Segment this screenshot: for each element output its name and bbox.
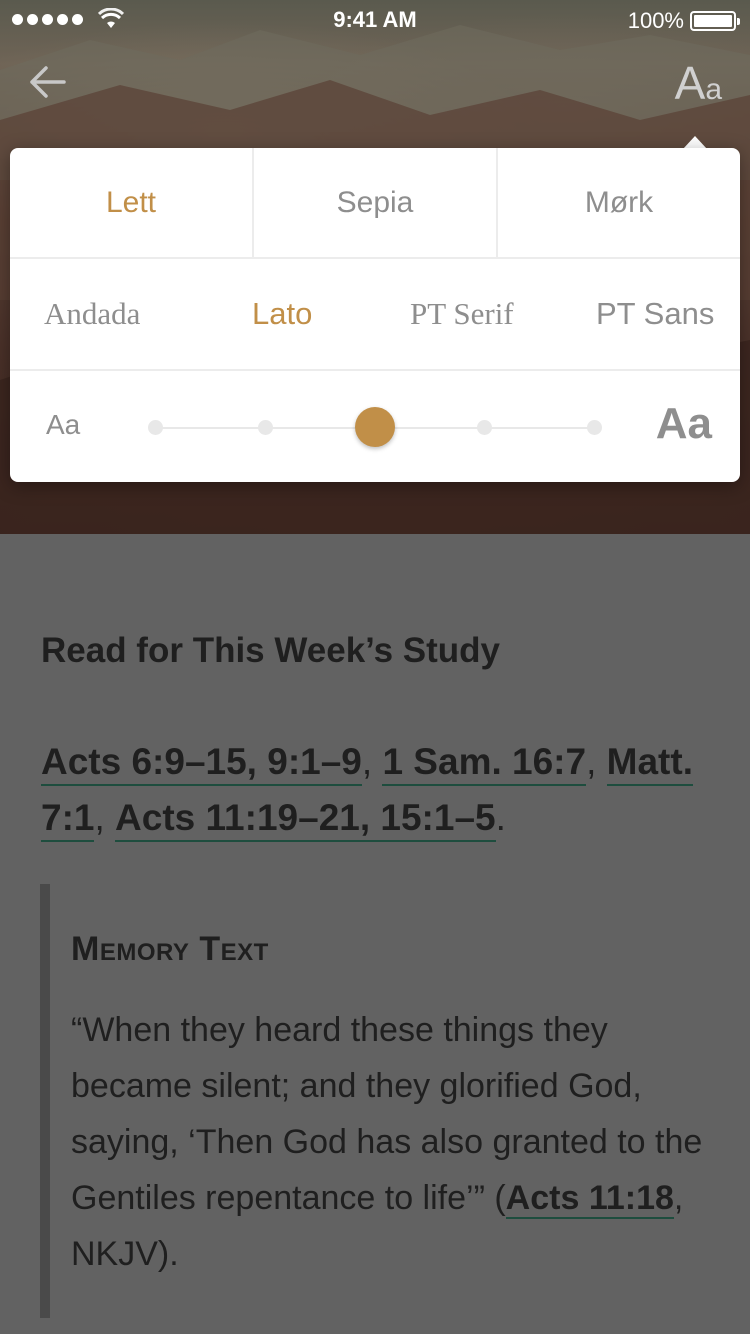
- reference-separator: ,: [586, 741, 607, 782]
- font-size-step[interactable]: [258, 420, 273, 435]
- font-size-step[interactable]: [148, 420, 163, 435]
- font-size-small-label: Aa: [46, 409, 81, 440]
- lesson-content: Read for This Week’s Study Acts 6:9–15, …: [0, 534, 750, 1334]
- reference-separator: ,: [94, 797, 116, 838]
- battery-icon: [690, 11, 740, 31]
- reading-references: Acts 6:9–15, 9:1–9, 1 Sam. 16:7, Matt. 7…: [41, 734, 711, 846]
- font-size-step[interactable]: [587, 420, 602, 435]
- theme-option-lett[interactable]: Lett: [10, 148, 254, 257]
- back-arrow-icon[interactable]: [26, 60, 70, 104]
- memory-text-title: Memory Text: [71, 930, 269, 968]
- font-settings-button[interactable]: Aa: [675, 56, 722, 110]
- reference-separator: ,: [361, 741, 383, 782]
- section-title: Read for This Week’s Study: [41, 631, 500, 670]
- font-size-step[interactable]: [477, 420, 492, 435]
- font-selector: Andada Lato PT Serif PT Sans: [10, 259, 740, 371]
- memory-text-block: Memory Text “When they heard these thing…: [40, 884, 710, 1318]
- font-option-pt-serif[interactable]: PT Serif: [410, 259, 514, 369]
- reader-settings-popover: Lett Sepia Mørk Andada Lato PT Serif PT …: [10, 148, 740, 482]
- font-option-lato[interactable]: Lato: [252, 259, 312, 369]
- memory-text-quote: “When they heard these things they becam…: [71, 1002, 711, 1282]
- battery-percent: 100%: [627, 8, 684, 33]
- font-settings-big-letter: A: [674, 57, 706, 109]
- reference-separator: .: [495, 797, 506, 838]
- theme-selector: Lett Sepia Mørk: [10, 148, 740, 259]
- font-size-selector: Aa Aa: [10, 371, 740, 482]
- font-size-slider-knob[interactable]: [355, 407, 395, 447]
- theme-option-mork[interactable]: Mørk: [498, 148, 740, 257]
- theme-option-sepia[interactable]: Sepia: [254, 148, 498, 257]
- font-settings-small-letter: a: [705, 73, 722, 106]
- reference-link[interactable]: Acts 11:19–21, 15:1–5: [115, 797, 496, 842]
- reference-link[interactable]: 1 Sam. 16:7: [382, 741, 587, 786]
- font-option-andada[interactable]: Andada: [44, 259, 140, 369]
- memory-reference-link[interactable]: Acts 11:18: [505, 1179, 674, 1219]
- font-option-pt-sans[interactable]: PT Sans: [596, 259, 714, 369]
- reference-link[interactable]: Acts 6:9–15, 9:1–9: [41, 741, 362, 786]
- status-bar: 9:41 AM 100%: [0, 0, 750, 40]
- font-size-large-label: Aa: [655, 399, 712, 448]
